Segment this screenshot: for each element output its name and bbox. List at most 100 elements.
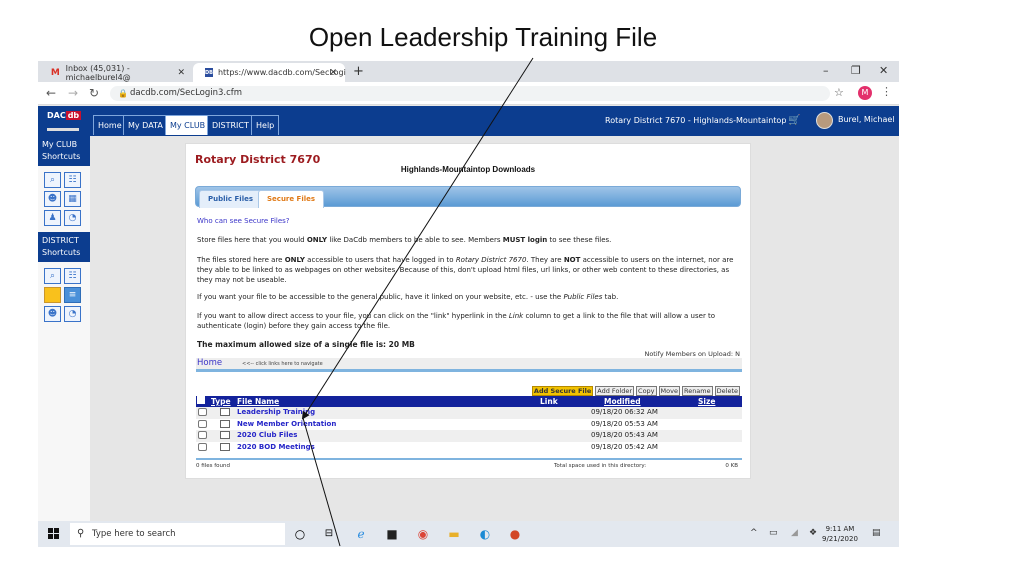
back-icon[interactable]: ←: [46, 86, 56, 100]
row-checkbox[interactable]: [198, 431, 207, 439]
user-name[interactable]: Burel, Michael: [838, 115, 895, 124]
nav-tab-my-club[interactable]: My CLUB: [165, 115, 211, 135]
row-checkbox[interactable]: [198, 408, 207, 416]
dropbox-icon[interactable]: ❖: [809, 528, 817, 538]
reload-icon[interactable]: ↻: [89, 86, 99, 100]
clock-time: 9:11 AM: [825, 525, 855, 533]
table-row: 2020 Club Files 09/18/20 05:43 AM: [196, 430, 742, 442]
dacdb-logo[interactable]: DAC db: [47, 111, 82, 131]
row-checkbox[interactable]: [198, 419, 207, 428]
clock-icon[interactable]: ◔: [64, 210, 81, 226]
file-tabs-bar: Public Files Secure Files: [195, 186, 741, 208]
minimize-button[interactable]: –: [823, 64, 829, 77]
close-window-button[interactable]: ✕: [879, 64, 888, 77]
copy-button[interactable]: Copy: [636, 386, 657, 396]
taskbar-search-input[interactable]: ⚲ Type here to search: [70, 523, 285, 545]
member-search-icon[interactable]: ⌕: [44, 268, 61, 284]
folder-link-new-member-orientation[interactable]: New Member Orientation: [237, 420, 336, 428]
folder-icon[interactable]: [44, 287, 61, 303]
table-footer: 0 files found Total space used in this d…: [196, 458, 742, 470]
info-paragraph-3: If you want your file to be accessible t…: [197, 293, 619, 301]
folder-link-leadership-training[interactable]: Leadership Training: [237, 408, 315, 416]
bookmark-star-icon[interactable]: ☆: [834, 86, 844, 99]
nav-tab-district[interactable]: DISTRICT: [207, 115, 254, 135]
home-link[interactable]: Home: [197, 358, 222, 368]
clock-icon[interactable]: ◔: [64, 306, 81, 322]
table-row: Leadership Training 09/18/20 06:32 AM: [196, 407, 742, 419]
folder-link-2020-bod-meetings[interactable]: 2020 BOD Meetings: [237, 443, 315, 451]
add-folder-button[interactable]: Add Folder: [595, 386, 635, 396]
restore-button[interactable]: ❐: [851, 64, 861, 77]
windows-start-icon[interactable]: [48, 528, 59, 539]
user-avatar[interactable]: [816, 112, 833, 129]
column-modified[interactable]: Modified: [604, 396, 641, 407]
menu-kebab-icon[interactable]: ⋮: [881, 85, 892, 98]
notifications-icon[interactable]: ▤: [872, 528, 881, 538]
close-tab-icon[interactable]: ✕: [329, 68, 337, 78]
add-secure-file-button[interactable]: Add Secure File: [531, 386, 594, 396]
battery-icon[interactable]: ▭: [769, 528, 778, 538]
close-tab-icon[interactable]: ✕: [177, 68, 185, 78]
member-search-icon[interactable]: ⌕: [44, 172, 61, 188]
file-explorer-icon[interactable]: ▬: [446, 526, 462, 542]
delete-button[interactable]: Delete: [714, 386, 740, 396]
clock-date: 9/21/2020: [822, 535, 858, 543]
browser-tab-dacdb[interactable]: DB https://www.dacdb.com/SecLogi ✕: [193, 63, 346, 82]
org-name[interactable]: Rotary District 7670 - Highlands-Mountai…: [605, 116, 786, 125]
forward-icon[interactable]: →: [68, 86, 78, 100]
profile-avatar[interactable]: M: [858, 86, 872, 100]
tab-label: https://www.dacdb.com/SecLogi: [217, 68, 346, 77]
move-button[interactable]: Move: [658, 386, 680, 396]
column-file-name[interactable]: File Name: [237, 396, 279, 407]
task-view-icon[interactable]: ⊟: [321, 526, 337, 542]
column-size[interactable]: Size: [698, 396, 715, 407]
info-paragraph-2: The files stored here are ONLY accessibl…: [197, 256, 734, 284]
nav-tab-home[interactable]: Home: [93, 115, 127, 135]
taskbar-clock[interactable]: 9:11 AM 9/21/2020: [822, 524, 858, 544]
attendance-icon[interactable]: ☻: [44, 306, 61, 322]
org-chart-icon[interactable]: ☷: [64, 268, 81, 284]
cortana-icon[interactable]: ○: [292, 526, 308, 542]
tab-public-files[interactable]: Public Files: [199, 190, 263, 208]
tab-secure-files[interactable]: Secure Files: [258, 190, 325, 208]
folder-icon: [220, 419, 230, 428]
breadcrumb-bar: Home <<-- click links here to navigate: [196, 358, 742, 372]
select-all-checkbox[interactable]: [197, 396, 205, 404]
logo-text-db: db: [65, 111, 82, 120]
show-hidden-icons[interactable]: ^: [750, 528, 758, 538]
rename-button[interactable]: Rename: [681, 386, 713, 396]
cart-icon[interactable]: 🛒: [788, 115, 800, 126]
runner-icon[interactable]: ♟: [44, 210, 61, 226]
info-paragraph-1: Store files here that you would ONLY lik…: [197, 236, 612, 244]
column-link: Link: [540, 397, 558, 406]
folder-blue-icon[interactable]: ≡: [64, 287, 81, 303]
row-checkbox[interactable]: [198, 442, 207, 451]
district-shortcuts-heading: DISTRICT Shortcuts: [38, 232, 90, 262]
edge-icon[interactable]: ◐: [477, 526, 493, 542]
browser-tab-gmail[interactable]: M Inbox (45,031) - michaelburel4@ ✕: [38, 63, 193, 82]
table-row: 2020 BOD Meetings 09/18/20 05:42 AM: [196, 442, 742, 454]
url-input[interactable]: 🔒 dacdb.com/SecLogin3.cfm: [110, 86, 830, 101]
attendance-icon[interactable]: ☻: [44, 191, 61, 207]
notify-members-text: Notify Members on Upload: N: [644, 350, 740, 358]
powerpoint-icon[interactable]: ●: [507, 526, 523, 542]
org-chart-icon[interactable]: ☷: [64, 172, 81, 188]
windows-taskbar: ⚲ Type here to search ○ ⊟ ℯ ■ ◉ ▬ ◐ ● ^ …: [38, 521, 899, 547]
nav-tab-my-data[interactable]: My DATA: [123, 115, 168, 135]
gmail-icon: M: [50, 67, 60, 78]
nav-tab-help[interactable]: Help: [251, 115, 280, 135]
store-icon[interactable]: ■: [384, 526, 400, 542]
chrome-icon[interactable]: ◉: [415, 526, 431, 542]
folder-link-2020-club-files[interactable]: 2020 Club Files: [237, 431, 297, 439]
who-can-see-link[interactable]: Who can see Secure Files?: [197, 216, 743, 226]
wifi-icon[interactable]: ◢: [791, 528, 798, 538]
club-shortcuts: ⌕ ☷ ☻ ▦ ♟ ◔: [38, 166, 90, 232]
internet-explorer-icon[interactable]: ℯ: [353, 526, 369, 542]
folder-icon: [220, 431, 230, 439]
calendar-icon[interactable]: ▦: [64, 191, 81, 207]
sidebar: My CLUB Shortcuts ⌕ ☷ ☻ ▦ ♟ ◔ DISTRICT S…: [38, 136, 90, 521]
modified-date: 09/18/20 05:42 AM: [591, 442, 658, 451]
column-type[interactable]: Type: [211, 396, 231, 407]
browser-tab-strip: M Inbox (45,031) - michaelburel4@ ✕ DB h…: [38, 61, 899, 82]
new-tab-button[interactable]: +: [353, 64, 364, 79]
